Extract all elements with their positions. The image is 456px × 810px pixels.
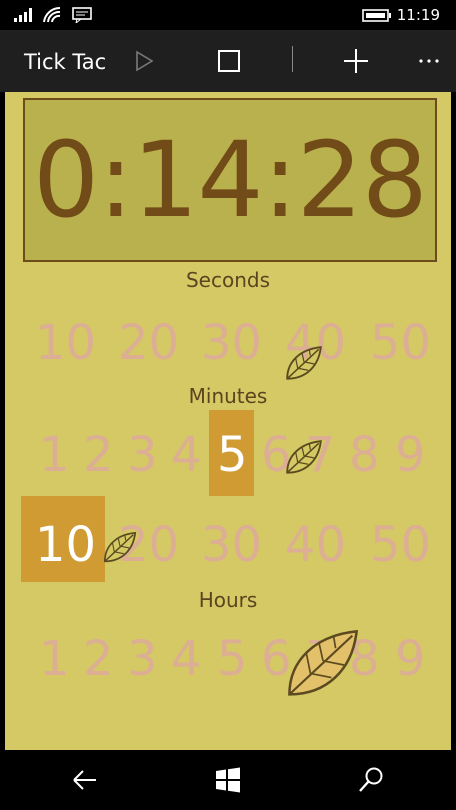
timer-value: 0:14:28 — [33, 119, 428, 241]
minute-ones-option[interactable]: 3 — [127, 426, 158, 484]
hours-option[interactable]: 1 — [39, 630, 70, 688]
timer-display: 0:14:28 — [23, 98, 437, 262]
minute-ones-option[interactable]: 4 — [171, 426, 202, 484]
status-bar: 11:19 — [0, 0, 456, 30]
seconds-label: Seconds — [185, 268, 271, 292]
hours-option[interactable]: 5 — [217, 630, 248, 688]
seconds-option[interactable]: 20 — [118, 314, 179, 372]
minute-ones-option-selected[interactable]: 5 — [217, 426, 248, 484]
minute-tens-option[interactable]: 30 — [201, 516, 262, 574]
message-icon — [72, 7, 92, 23]
leaf-icon — [288, 629, 359, 696]
seconds-option[interactable]: 30 — [201, 314, 262, 372]
play-icon[interactable] — [130, 47, 158, 75]
add-icon[interactable] — [342, 47, 370, 75]
leaf-icon — [286, 346, 322, 380]
stop-icon[interactable] — [215, 47, 243, 75]
battery-icon — [362, 9, 391, 22]
minute-ones-option[interactable]: 8 — [349, 426, 380, 484]
leaf-icon — [103, 531, 137, 563]
back-arrow-icon[interactable] — [70, 765, 100, 795]
minute-ones-option[interactable]: 1 — [39, 426, 70, 484]
signal-icon — [14, 8, 32, 22]
minutes-label: Minutes — [188, 384, 268, 408]
hours-option[interactable]: 2 — [83, 630, 114, 688]
system-nav-bar — [0, 750, 456, 810]
leaf-icon — [286, 440, 322, 474]
status-time: 11:19 — [396, 6, 440, 24]
hours-option[interactable]: 3 — [127, 630, 158, 688]
hours-option[interactable]: 9 — [395, 630, 426, 688]
wifi-icon — [43, 6, 61, 23]
windows-icon[interactable] — [213, 765, 243, 795]
minute-ones-option[interactable]: 9 — [395, 426, 426, 484]
app-bar-divider — [292, 46, 293, 72]
hours-label: Hours — [198, 588, 258, 612]
more-icon[interactable] — [416, 47, 444, 75]
seconds-option[interactable]: 50 — [370, 314, 431, 372]
minute-tens-option-selected[interactable]: 10 — [35, 516, 96, 574]
app-bar: Tick Tac — [0, 30, 456, 92]
minute-ones-option[interactable]: 2 — [83, 426, 114, 484]
search-icon[interactable] — [356, 765, 386, 795]
timer-panel: 0:14:28 Seconds 10 20 30 40 50 Minutes 1… — [5, 92, 451, 750]
minute-tens-option[interactable]: 50 — [370, 516, 431, 574]
seconds-option[interactable]: 10 — [35, 314, 96, 372]
app-title: Tick Tac — [24, 50, 107, 74]
minute-tens-option[interactable]: 40 — [285, 516, 346, 574]
hours-option[interactable]: 4 — [171, 630, 202, 688]
